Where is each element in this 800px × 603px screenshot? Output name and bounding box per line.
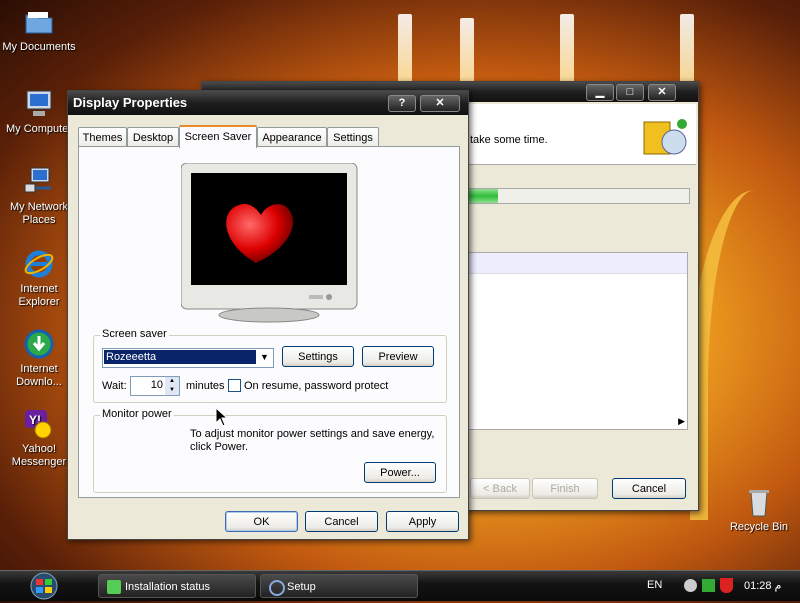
- wait-stepper[interactable]: 10 ▲ ▼: [130, 376, 180, 396]
- tray-icon-update[interactable]: [684, 579, 697, 592]
- dialog-titlebar: Display Properties ? ✕: [68, 91, 468, 115]
- setup-progress-bar: [466, 188, 690, 204]
- tab-appearance[interactable]: Appearance: [257, 127, 327, 147]
- tab-panel: Screen saver Rozeeetta ▼ Settings Previe…: [78, 146, 460, 498]
- dialog-title: Display Properties: [73, 95, 188, 110]
- screen-saver-select[interactable]: Rozeeetta ▼: [102, 348, 274, 368]
- password-checkbox[interactable]: [228, 379, 241, 392]
- network-icon: [23, 166, 55, 198]
- mouse-cursor: [215, 406, 229, 430]
- screen-saver-group: Screen saver Rozeeetta ▼ Settings Previe…: [93, 328, 447, 403]
- tab-settings[interactable]: Settings: [327, 127, 379, 147]
- stepper-up-icon[interactable]: ▲: [165, 377, 179, 386]
- wallpaper-arch: [690, 190, 798, 520]
- desktop-icon-recycle-bin[interactable]: Recycle Bin: [720, 486, 798, 534]
- desktop-icon-label: Internet Downlo...: [16, 363, 62, 388]
- setup-progress-fill: [467, 189, 499, 203]
- password-label: On resume, password protect: [244, 380, 389, 392]
- wallpaper-stroke: [398, 14, 412, 84]
- screen-saver-settings-button[interactable]: Settings: [282, 346, 354, 367]
- maximize-button[interactable]: □: [616, 84, 644, 101]
- start-button[interactable]: [24, 572, 64, 600]
- tray-icon-security[interactable]: [720, 578, 733, 593]
- tab-strip: Themes Desktop Screen Saver Appearance S…: [78, 125, 458, 148]
- yahoo-messenger-icon: Y!: [23, 408, 55, 440]
- setup-header-text: take some time.: [470, 134, 548, 146]
- chevron-down-icon[interactable]: ▼: [257, 350, 272, 364]
- monitor-power-text: To adjust monitor power settings and sav…: [190, 428, 435, 453]
- tray-icon-network[interactable]: [702, 579, 715, 592]
- wallpaper-stroke: [560, 14, 574, 84]
- monitor-preview: [180, 162, 359, 323]
- recycle-bin-icon: [743, 486, 775, 518]
- internet-explorer-icon: [23, 248, 55, 280]
- wait-label: Wait:: [102, 380, 127, 392]
- stepper-down-icon[interactable]: ▼: [165, 386, 179, 395]
- setup-log-list[interactable]: ▶: [466, 252, 688, 430]
- taskbar-item-label: Setup: [287, 581, 316, 593]
- power-button[interactable]: Power...: [364, 462, 436, 483]
- computer-icon: [23, 88, 55, 120]
- finish-button[interactable]: Finish: [532, 478, 598, 499]
- language-indicator[interactable]: EN: [647, 579, 662, 591]
- desktop-icon-label: My Documents: [2, 41, 76, 53]
- folder-icon: [23, 6, 55, 38]
- setup-icon: [269, 580, 285, 596]
- close-button[interactable]: ✕: [420, 95, 460, 112]
- ok-button[interactable]: OK: [225, 511, 298, 532]
- close-button[interactable]: ✕: [648, 84, 676, 101]
- scroll-right-arrow[interactable]: ▶: [678, 416, 685, 427]
- setup-cancel-button[interactable]: Cancel: [612, 478, 686, 499]
- monitor-power-group: Monitor power To adjust monitor power se…: [93, 408, 447, 493]
- back-button[interactable]: < Back: [470, 478, 530, 499]
- help-button[interactable]: ?: [388, 95, 416, 112]
- taskbar: Installation status Setup EN 01:28 م: [0, 570, 800, 601]
- minutes-label: minutes: [186, 380, 225, 392]
- monitor-power-group-label: Monitor power: [100, 408, 174, 420]
- installer-box-icon: [640, 112, 690, 160]
- desktop-icon-label: Yahoo! Messenger: [11, 443, 67, 468]
- taskbar-item-label: Installation status: [125, 581, 210, 593]
- apply-button[interactable]: Apply: [386, 511, 459, 532]
- display-properties-dialog: Display Properties ? ✕ Themes Desktop Sc…: [67, 90, 469, 540]
- clock: 01:28 م: [744, 580, 782, 592]
- taskbar-item-setup[interactable]: Setup: [260, 574, 418, 598]
- cancel-button[interactable]: Cancel: [305, 511, 378, 532]
- screen-saver-selected: Rozeeetta: [104, 350, 256, 364]
- installation-status-icon: [107, 580, 121, 594]
- wait-value: 10: [150, 379, 163, 391]
- tab-themes[interactable]: Themes: [78, 127, 127, 147]
- desktop-icon-label: Recycle Bin: [729, 521, 789, 533]
- desktop-icon-label: My Computer: [5, 123, 73, 135]
- download-manager-icon: [23, 328, 55, 360]
- taskbar-item-installation-status[interactable]: Installation status: [98, 574, 256, 598]
- tab-screen-saver[interactable]: Screen Saver: [179, 125, 257, 148]
- tab-desktop[interactable]: Desktop: [127, 127, 179, 147]
- desktop-icon-label: My Network Places: [9, 201, 69, 226]
- wallpaper-stroke: [460, 18, 474, 84]
- screen-saver-preview-button[interactable]: Preview: [362, 346, 434, 367]
- wallpaper-stroke: [680, 14, 694, 84]
- screen-saver-group-label: Screen saver: [100, 328, 169, 340]
- minimize-button[interactable]: ▁: [586, 84, 614, 101]
- desktop-icon-label: Internet Explorer: [18, 283, 60, 308]
- desktop-icon-my-documents[interactable]: My Documents: [0, 6, 78, 54]
